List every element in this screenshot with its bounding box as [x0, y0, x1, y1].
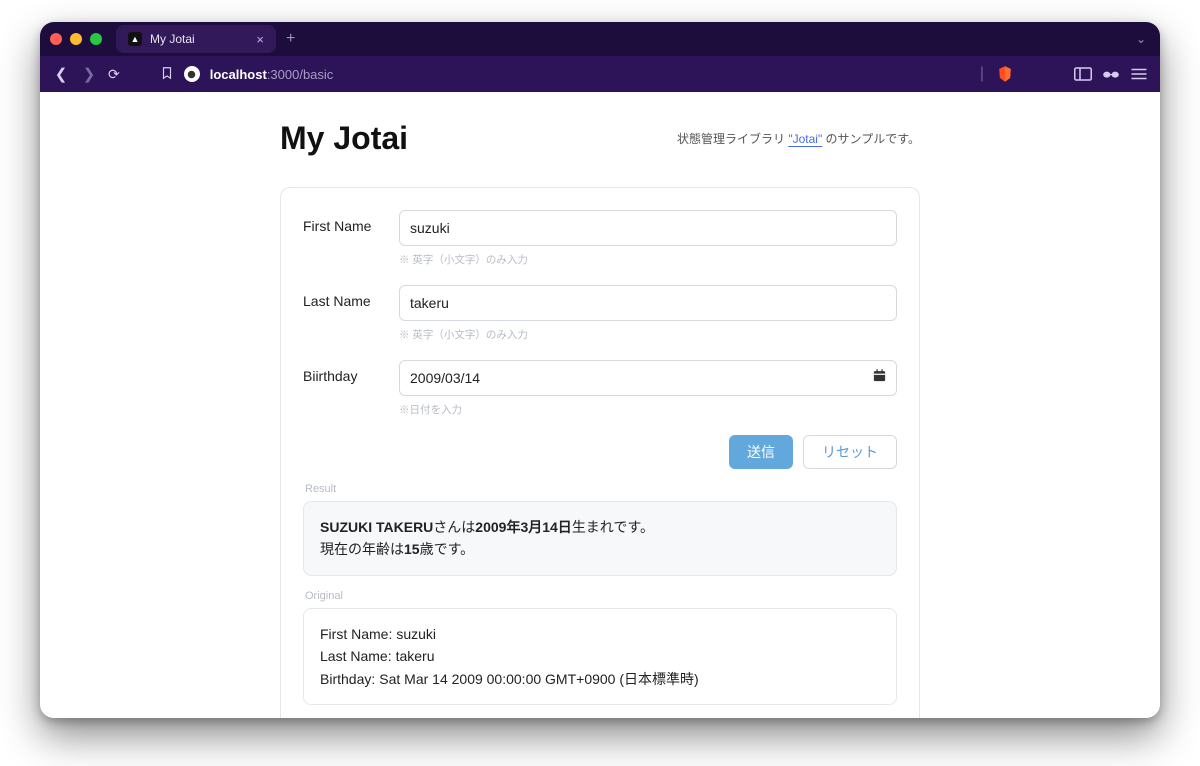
- back-button[interactable]: ❮: [52, 65, 70, 83]
- result-name: SUZUKI TAKERU: [320, 519, 433, 535]
- close-tab-button[interactable]: ×: [256, 33, 264, 46]
- new-tab-button[interactable]: +: [286, 30, 295, 48]
- birthday-label: Biirthday: [303, 360, 399, 384]
- birthday-hint: ※日付を入力: [399, 402, 897, 417]
- window-controls: [50, 33, 102, 45]
- jotai-link[interactable]: "Jotai": [788, 132, 822, 146]
- original-last-name: Last Name: takeru: [320, 645, 880, 667]
- original-birthday: Birthday: Sat Mar 14 2009 00:00:00 GMT+0…: [320, 668, 880, 690]
- toolbar-separator: |: [980, 65, 984, 83]
- page-content: My Jotai 状態管理ライブラリ "Jotai" のサンプルです。 Firs…: [40, 92, 1160, 718]
- result-age: 15: [404, 541, 420, 557]
- address-bar[interactable]: localhost:3000/basic: [210, 67, 334, 82]
- minimize-window-button[interactable]: [70, 33, 82, 45]
- site-info-icon[interactable]: [184, 66, 200, 82]
- reset-button[interactable]: リセット: [803, 435, 897, 469]
- toolbar: ❮ ❯ ⟳ localhost:3000/basic |: [40, 56, 1160, 92]
- last-name-row: Last Name ※ 英字（小文字）のみ入力: [303, 285, 897, 342]
- first-name-input[interactable]: [399, 210, 897, 246]
- page-description: 状態管理ライブラリ "Jotai" のサンプルです。: [677, 130, 920, 147]
- tab-favicon: ▲: [128, 32, 142, 46]
- url-host: localhost: [210, 67, 267, 82]
- page-header: My Jotai 状態管理ライブラリ "Jotai" のサンプルです。: [280, 120, 920, 157]
- page-title: My Jotai: [280, 120, 408, 157]
- tab-overflow-button[interactable]: ⌄: [1136, 32, 1146, 46]
- forward-button[interactable]: ❯: [80, 65, 98, 83]
- original-box: First Name: suzuki Last Name: takeru Bir…: [303, 608, 897, 705]
- last-name-hint: ※ 英字（小文字）のみ入力: [399, 327, 897, 342]
- reload-button[interactable]: ⟳: [108, 66, 120, 83]
- original-section-label: Original: [305, 590, 897, 602]
- brave-shields-icon[interactable]: [996, 64, 1014, 84]
- desc-suffix: のサンプルです。: [822, 132, 920, 146]
- last-name-label: Last Name: [303, 285, 399, 309]
- browser-tab[interactable]: ▲ My Jotai ×: [116, 25, 276, 53]
- first-name-row: First Name ※ 英字（小文字）のみ入力: [303, 210, 897, 267]
- birthday-row: Biirthday ※日付を入力: [303, 360, 897, 417]
- first-name-hint: ※ 英字（小文字）のみ入力: [399, 252, 897, 267]
- result-line-1: SUZUKI TAKERUさんは2009年3月14日生まれです。: [320, 516, 880, 538]
- browser-window: ▲ My Jotai × + ⌄ ❮ ❯ ⟳ localhost:3000/ba…: [40, 22, 1160, 718]
- tab-bar: ▲ My Jotai × + ⌄: [40, 22, 1160, 56]
- birthday-input[interactable]: [399, 360, 897, 396]
- submit-button[interactable]: 送信: [729, 435, 793, 469]
- sidebar-toggle-icon[interactable]: [1074, 67, 1092, 81]
- url-path: :3000/basic: [267, 67, 334, 82]
- form-card: First Name ※ 英字（小文字）のみ入力 Last Name ※ 英字（…: [280, 187, 920, 718]
- menu-icon[interactable]: [1130, 67, 1148, 81]
- desc-prefix: 状態管理ライブラリ: [677, 132, 788, 146]
- button-row: 送信 リセット: [303, 435, 897, 469]
- reader-mode-icon[interactable]: [1102, 67, 1120, 81]
- result-line-2: 現在の年齢は15歳です。: [320, 538, 880, 560]
- tab-title: My Jotai: [150, 32, 195, 46]
- bookmark-icon[interactable]: [160, 66, 174, 83]
- original-first-name: First Name: suzuki: [320, 623, 880, 645]
- maximize-window-button[interactable]: [90, 33, 102, 45]
- first-name-label: First Name: [303, 210, 399, 234]
- result-box: SUZUKI TAKERUさんは2009年3月14日生まれです。 現在の年齢は1…: [303, 501, 897, 576]
- result-section-label: Result: [305, 483, 897, 495]
- last-name-input[interactable]: [399, 285, 897, 321]
- result-date: 2009年3月14日: [475, 519, 572, 535]
- close-window-button[interactable]: [50, 33, 62, 45]
